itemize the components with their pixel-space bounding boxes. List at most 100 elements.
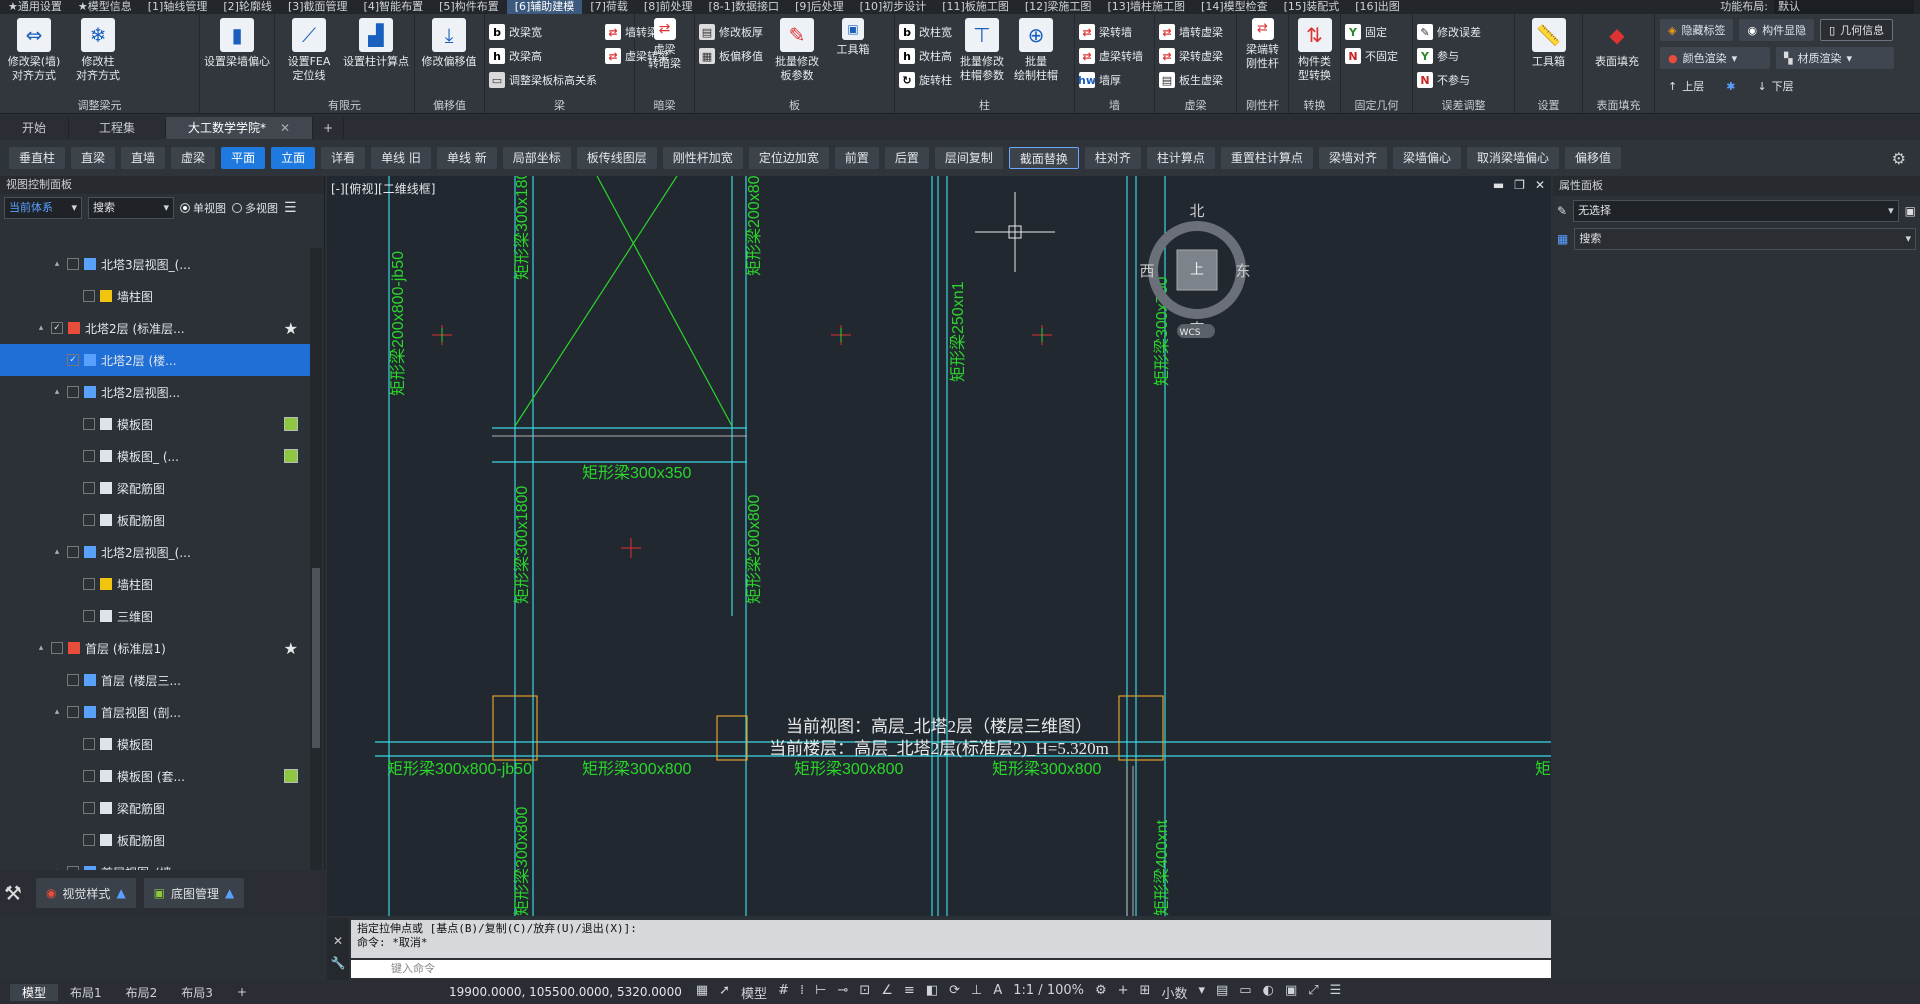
menu-item[interactable]: [5]构件布置 — [431, 0, 507, 14]
lower-floor-button[interactable]: ↓ 下层 — [1749, 75, 1801, 97]
menu-item[interactable]: ★通用设置 — [0, 0, 70, 14]
checkbox[interactable] — [83, 514, 95, 526]
toolbar-button[interactable]: 梁墙偏心 — [1392, 147, 1461, 169]
wall-to-virtual-button[interactable]: ⇄ 墙转虚梁 — [1159, 22, 1223, 42]
units-icon[interactable]: ⊞ — [1140, 983, 1151, 1002]
customize-icon[interactable]: ☰ — [1330, 983, 1342, 1002]
close-icon[interactable]: ✕ — [327, 934, 349, 948]
checkbox[interactable] — [83, 802, 95, 814]
ortho-icon[interactable]: ⊢ — [815, 983, 826, 1002]
checkbox[interactable] — [83, 738, 95, 750]
slab-toolbox-button[interactable]: ▣ 工具箱 — [831, 18, 875, 57]
fix-button[interactable]: Y 固定 — [1345, 22, 1398, 42]
checkbox[interactable] — [67, 258, 79, 270]
wcs-label[interactable]: WCS — [1180, 328, 1201, 338]
hardware-icon[interactable]: ▣ — [1285, 983, 1297, 1002]
checkbox[interactable] — [67, 674, 79, 686]
tab-project[interactable]: 大工数学学院* ✕ — [166, 117, 314, 139]
toolbar-button[interactable]: 单线 旧 — [371, 147, 431, 169]
color-render-button[interactable]: ● 颜色渲染 ▾ — [1660, 47, 1770, 69]
tree-item[interactable]: ▴ 北塔2层视图_(... — [0, 536, 310, 568]
set-column-calc-point-button[interactable]: ▟ 设置柱计算点 — [343, 18, 409, 69]
visual-style-button[interactable]: ◉ 视觉样式 ▲ — [35, 878, 136, 908]
selection-cycle-icon[interactable]: ⟳ — [949, 983, 960, 1002]
toolbar-button[interactable]: 垂直柱 — [9, 147, 66, 169]
checkbox[interactable]: ✓ — [51, 322, 63, 334]
slab-offset-button[interactable]: ▦ 板偏移值 — [699, 46, 763, 66]
checkbox[interactable] — [67, 546, 79, 558]
checkbox[interactable] — [67, 386, 79, 398]
expand-toggle-icon[interactable]: ▴ — [36, 323, 46, 333]
tree-item[interactable]: ✓ 北塔2层 (楼... — [0, 344, 310, 376]
compass-east[interactable]: 东 — [1235, 262, 1250, 280]
toolbar-button[interactable]: 局部坐标 — [502, 147, 571, 169]
cursor-icon[interactable]: ➚ — [719, 983, 730, 1002]
toolbar-button[interactable]: 重置柱计算点 — [1220, 147, 1313, 169]
ucs-icon[interactable]: ⊥ — [971, 983, 982, 1002]
tree-scrollbar[interactable] — [310, 248, 322, 908]
tree-item[interactable]: 梁配筋图 — [0, 472, 310, 504]
polar-icon[interactable]: ⊸ — [837, 983, 848, 1002]
annotation-icon[interactable]: A — [993, 983, 1002, 1002]
restore-icon[interactable]: ❐ — [1514, 178, 1525, 192]
change-beam-height-button[interactable]: h 改梁高 — [489, 46, 597, 66]
menu-item[interactable]: [8-1]数据接口 — [701, 0, 788, 14]
checkbox[interactable] — [83, 290, 95, 302]
star-icon[interactable]: ★ — [284, 319, 298, 338]
change-column-height-button[interactable]: h 改柱高 — [899, 46, 952, 66]
rotate-column-button[interactable]: ↻ 旋转柱 — [899, 70, 952, 90]
not-participate-button[interactable]: N 不参与 — [1417, 70, 1481, 90]
virtual-to-wall-button[interactable]: ⇄ 虚梁转墙 — [1079, 46, 1143, 66]
minimize-icon[interactable]: ▬ — [1493, 178, 1504, 192]
tree-item[interactable]: 板配筋图 — [0, 504, 310, 536]
osnap-icon[interactable]: ⊡ — [859, 983, 870, 1002]
expand-toggle-icon[interactable]: ▴ — [52, 387, 62, 397]
toolbar-button[interactable]: 层间复制 — [934, 147, 1003, 169]
upper-floor-button[interactable]: ↑ 上层 — [1660, 75, 1712, 97]
checkbox[interactable] — [83, 450, 95, 462]
expand-toggle-icon[interactable]: ▴ — [36, 643, 46, 653]
set-beam-wall-eccentric-button[interactable]: ▮ 设置梁墙偏心 — [204, 18, 270, 69]
props-icon[interactable]: ▤ — [1216, 983, 1228, 1002]
scale-label[interactable]: 1:1 / 100% — [1013, 983, 1084, 1002]
toolbar-button[interactable]: 定位边加宽 — [748, 147, 829, 169]
search-dropdown[interactable]: 搜索 — [88, 197, 174, 219]
tab-layout2[interactable]: 布局2 — [114, 984, 170, 1001]
slab-gen-virtual-button[interactable]: ▤ 板生虚梁 — [1159, 70, 1223, 90]
chevron-down-icon[interactable]: ▾ — [1198, 983, 1205, 1002]
grid-icon[interactable]: # — [778, 983, 789, 1002]
tab-layout1[interactable]: 布局1 — [58, 984, 114, 1001]
floor-settings-button[interactable]: ✱ — [1718, 75, 1743, 97]
toolbar-button[interactable]: 柱对齐 — [1084, 147, 1141, 169]
beam-to-virtual-button[interactable]: ⇄ 梁转虚梁 — [1159, 46, 1223, 66]
checkbox[interactable] — [83, 834, 95, 846]
toolbar-button[interactable]: 直梁 — [71, 147, 116, 169]
modify-offset-button[interactable]: ⤓ 修改偏移值 — [419, 18, 479, 69]
tree-item[interactable]: 模板图_ (... — [0, 440, 310, 472]
tree-item[interactable]: 首层 (楼层三... — [0, 664, 310, 696]
lineweight-icon[interactable]: ≡ — [904, 983, 915, 1002]
settings-toolbox-button[interactable]: 📏 工具箱 — [1519, 18, 1578, 69]
compass-west[interactable]: 西 — [1139, 262, 1154, 280]
expand-toggle-icon[interactable]: ▴ — [52, 259, 62, 269]
wall-thickness-button[interactable]: hw 墙厚 — [1078, 70, 1143, 90]
menu-item[interactable]: [8]前处理 — [636, 0, 701, 14]
new-tab-button[interactable]: + — [313, 117, 345, 139]
checkbox[interactable] — [51, 642, 63, 654]
tree-item[interactable]: 模板图 (套... — [0, 760, 310, 792]
material-render-button[interactable]: ▚ 材质渲染 ▾ — [1776, 47, 1894, 69]
function-layout-select[interactable]: 默认 — [1774, 0, 1914, 14]
image-icon[interactable] — [284, 449, 298, 463]
menu-item[interactable]: [9]后处理 — [787, 0, 852, 14]
modify-beam-align-button[interactable]: ⇔ 修改梁(墙) 对齐方式 — [4, 18, 64, 83]
dots-icon[interactable]: ⁞ — [800, 983, 804, 1002]
viewport-label[interactable]: [-][俯视][二维线框] — [331, 180, 435, 197]
menu-item[interactable]: [14]模型检查 — [1193, 0, 1276, 14]
type-convert-button[interactable]: ⇅ 构件类 型转换 — [1293, 18, 1336, 83]
property-search[interactable]: 搜索 — [1574, 228, 1916, 250]
toolbar-button[interactable]: 详看 — [321, 147, 366, 169]
change-beam-width-button[interactable]: b 改梁宽 — [489, 22, 597, 42]
tab-model[interactable]: 模型 — [10, 983, 59, 1001]
menu-item[interactable]: [3]截面管理 — [280, 0, 356, 14]
toolbar-button[interactable]: 柱计算点 — [1146, 147, 1215, 169]
